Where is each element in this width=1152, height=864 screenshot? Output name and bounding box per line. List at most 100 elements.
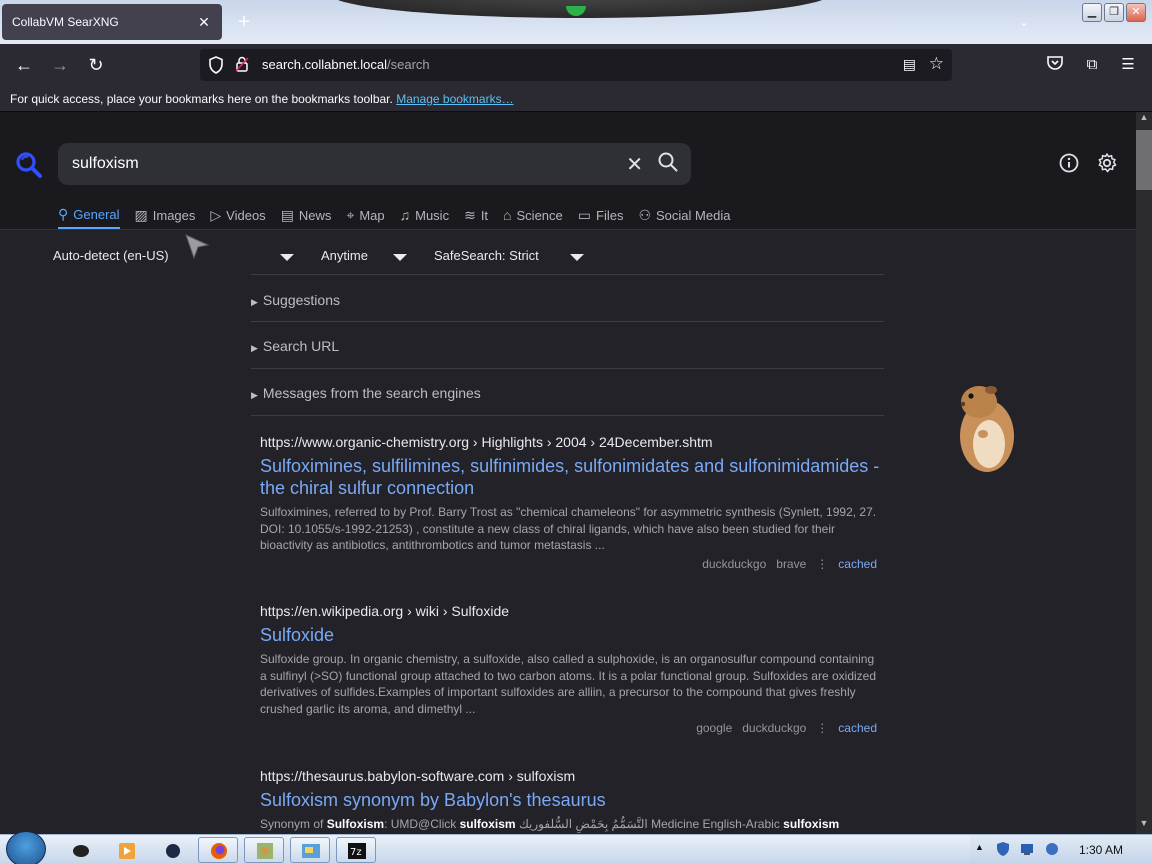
app-menu-hamburger-icon[interactable]: ☰ [1117,54,1139,76]
system-tray: ▲ [970,835,1152,864]
safesearch-dropdown-chevron-icon[interactable] [570,254,584,261]
manage-bookmarks-link[interactable]: Manage bookmarks… [396,92,513,106]
show-hidden-icons-icon[interactable]: ▲ [975,842,984,852]
tab-general[interactable]: ⚲ General [58,204,120,229]
searxng-page: sulfoxism ✕ ⚲ General ▨ Images ▷ Videos ▤ News ⌖… [0,112,1136,834]
result-snippet: Sulfoximines, referred to by Prof. Barry… [260,505,877,552]
result-title-link[interactable]: Sulfoxism synonym by Babylon's thesaurus [260,789,880,811]
taskbar-app-icon[interactable] [152,837,192,863]
extensions-puzzle-icon[interactable]: ⧉ [1081,54,1103,76]
cached-link[interactable]: cached [838,721,877,735]
scroll-down-arrow-icon[interactable]: ▼ [1136,818,1152,834]
time-range-filter[interactable]: Anytime [321,248,368,263]
image-icon: ▨ [134,206,148,223]
result-url-breadcrumb: › Highlights › 2004 › 24December.shtm [469,434,713,450]
reload-icon[interactable]: ↻ [84,53,108,77]
searxng-logo-icon[interactable] [14,150,44,180]
address-bar[interactable]: search.collabnet.local/search ▤ ☆ [200,49,952,81]
taskbar-app-icon[interactable] [244,837,284,863]
result-url-breadcrumb: › wiki › Sulfoxide [403,603,510,619]
tab-map[interactable]: ⌖ Map [346,204,384,226]
map-pin-icon: ⌖ [346,206,355,223]
leaf-decoration [566,6,586,16]
taskbar-clock[interactable]: 1:30 AM [1079,843,1123,857]
result-url[interactable]: https://thesaurus.babylon-software.com ›… [260,768,880,784]
language-filter[interactable]: Auto-detect (en-US) [53,248,169,263]
scroll-up-arrow-icon[interactable]: ▲ [1136,112,1152,128]
expand-triangle-icon: ▶ [251,343,258,353]
search-query-text[interactable]: sulfoxism [72,155,139,173]
pocket-icon[interactable] [1044,54,1066,76]
safesearch-filter[interactable]: SafeSearch: Strict [434,248,539,263]
screen: CollabVM SearXNG ✕ + ⌄ ▁ ❐ ✕ ← → ↻ searc… [0,0,1152,864]
close-window-icon[interactable]: ✕ [1126,3,1146,22]
settings-gear-icon[interactable] [1096,152,1118,174]
back-arrow-icon[interactable]: ← [12,53,36,77]
forward-arrow-icon[interactable]: → [48,53,72,77]
start-button-windows-logo-icon[interactable] [6,831,46,864]
language-dropdown-chevron-icon[interactable] [280,254,294,261]
taskbar-app-icon[interactable] [60,837,100,863]
tab-social-media[interactable]: ⚇ Social Media [638,204,730,226]
taskbar-app-icon[interactable] [290,837,330,863]
browser-tab[interactable]: CollabVM SearXNG ✕ [2,4,222,40]
result-url[interactable]: https://www.organic-chemistry.org › High… [260,434,880,450]
time-dropdown-chevron-icon[interactable] [393,254,407,261]
bookmarks-toolbar: For quick access, place your bookmarks h… [0,86,1152,112]
category-tabs: ⚲ General ▨ Images ▷ Videos ▤ News ⌖ Map ♫ Music ≋ It… [58,204,745,229]
tab-label: It [480,207,489,223]
details-label: Search URL [262,338,340,354]
volume-icon[interactable] [1044,841,1060,860]
restore-icon[interactable]: ❐ [1104,3,1124,22]
search-url-toggle[interactable]: ▶ Search URL [251,338,339,354]
tab-images[interactable]: ▨ Images [135,204,196,226]
tab-files[interactable]: ▭ Files [578,204,624,226]
windows-taskbar: 7z ▲ 1:30 AM [0,831,1152,864]
tracking-protection-shield-icon[interactable] [208,56,224,74]
network-icon[interactable] [1019,841,1035,860]
tab-label: Images [152,207,196,223]
media-player-icon[interactable] [106,837,146,863]
page-scrollbar[interactable]: ▲ ▼ [1136,112,1152,834]
result-url-breadcrumb: › sulfoxism [504,768,576,784]
search-submit-icon[interactable] [657,151,679,173]
divider [251,274,884,275]
tab-it[interactable]: ≋ It [464,204,488,226]
bookmark-star-icon[interactable]: ☆ [929,54,944,74]
search-result: https://www.organic-chemistry.org › High… [260,434,880,554]
list-all-tabs-icon[interactable]: ⌄ [1014,10,1034,34]
new-tab-icon[interactable]: + [232,10,256,34]
more-vertical-icon: ⋮ [816,557,829,571]
cached-link[interactable]: cached [838,557,877,571]
tab-label: Music [415,207,450,223]
result-url-domain: https://www.organic-chemistry.org [260,434,470,450]
security-shield-icon[interactable] [996,841,1010,860]
mouse-pointer-icon [184,233,210,261]
insecure-lock-icon[interactable] [234,55,250,73]
minimize-icon[interactable]: ▁ [1082,3,1102,22]
scrollbar-thumb[interactable] [1136,130,1152,190]
info-icon[interactable] [1058,152,1080,174]
snippet-highlight: sulfoxism [459,817,516,831]
tab-music[interactable]: ♫ Music [400,204,449,226]
suggestions-toggle[interactable]: ▶ Suggestions [251,292,340,308]
result-title-link[interactable]: Sulfoxide [260,624,880,646]
engine-label: brave [776,557,807,571]
search-input[interactable]: sulfoxism ✕ [58,143,691,185]
result-url[interactable]: https://en.wikipedia.org › wiki › Sulfox… [260,603,880,619]
engine-messages-toggle[interactable]: ▶ Messages from the search engines [251,385,481,401]
result-url-domain: https://thesaurus.babylon-software.com [260,768,505,784]
tab-news[interactable]: ▤ News [281,204,332,226]
engine-label: duckduckgo [702,557,767,571]
result-snippet: Synonym of Sulfoxism: UMD@Click sulfoxis… [260,816,880,833]
firefox-taskbar-icon[interactable] [198,837,238,863]
reader-view-icon[interactable]: ▤ [903,56,916,73]
divider [251,415,884,416]
7zip-taskbar-icon[interactable]: 7z [336,837,376,863]
tab-videos[interactable]: ▷ Videos [210,204,265,226]
result-title-link[interactable]: Sulfoximines, sulfilimines, sulfinimides… [260,455,880,499]
tab-science[interactable]: ⌂ Science [503,204,563,226]
clear-search-icon[interactable]: ✕ [626,152,643,177]
close-tab-icon[interactable]: ✕ [196,14,212,30]
tab-label: Science [516,207,563,223]
